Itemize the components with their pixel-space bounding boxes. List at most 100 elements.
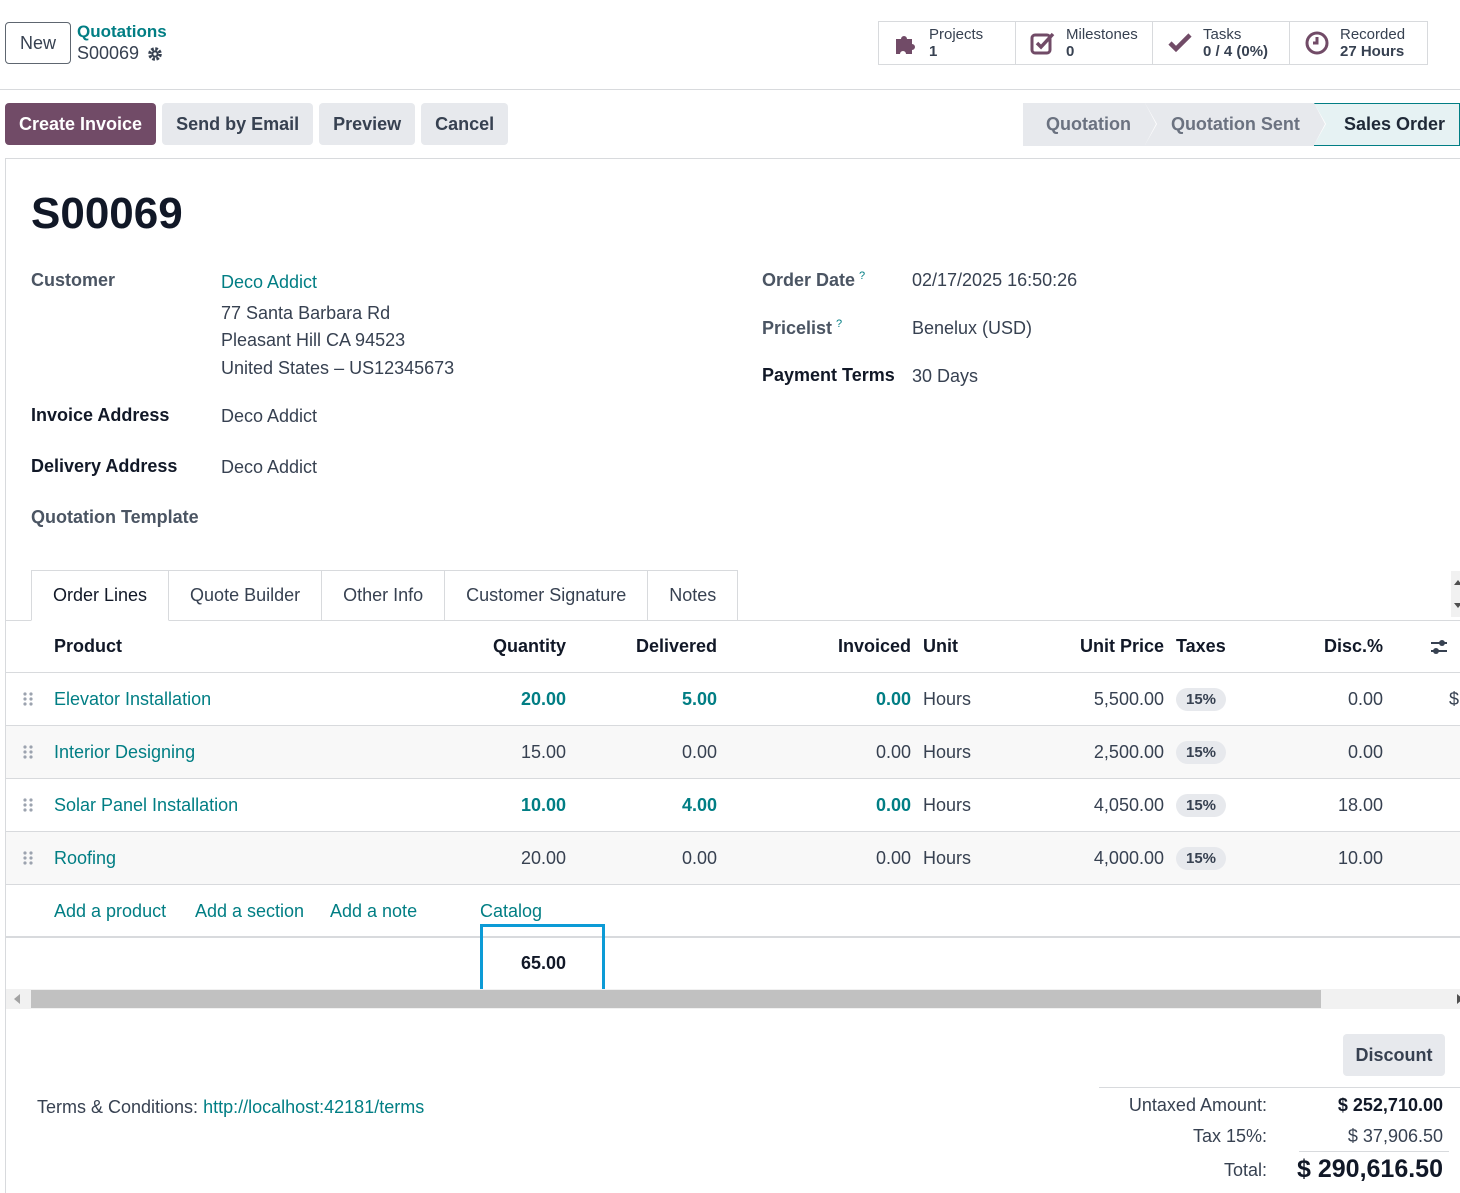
col-delivered[interactable]: Delivered (577, 621, 717, 672)
discount-button[interactable]: Discount (1343, 1034, 1445, 1076)
quotation-template-label: Quotation Template (31, 507, 199, 527)
preview-button[interactable]: Preview (319, 103, 416, 145)
col-unit-price[interactable]: Unit Price (1024, 621, 1164, 672)
tax-cell[interactable]: 15% (1176, 832, 1227, 884)
tax-cell[interactable]: 15% (1176, 673, 1227, 725)
col-unit[interactable]: Unit (923, 621, 958, 672)
discount-value[interactable]: 0.00 (1243, 673, 1383, 725)
add-line-row: Add a product Add a section Add a note C… (6, 885, 1460, 937)
quantity-value[interactable]: 20.00 (426, 673, 566, 725)
tab-quote-builder[interactable]: Quote Builder (169, 570, 323, 621)
discount-value[interactable]: 18.00 (1243, 779, 1383, 831)
delivered-value[interactable]: 5.00 (577, 673, 717, 725)
unit-value[interactable]: Hours (923, 832, 971, 884)
invoice-address-field[interactable]: Deco Addict (221, 406, 317, 427)
discount-value[interactable]: 10.00 (1243, 832, 1383, 884)
add-note-link[interactable]: Add a note (330, 885, 417, 937)
order-lines-table: Product Quantity Delivered Invoiced Unit… (6, 621, 1460, 989)
unit-value[interactable]: Hours (923, 779, 971, 831)
col-disc[interactable]: Disc.% (1243, 621, 1383, 672)
tab-customer-signature[interactable]: Customer Signature (445, 570, 649, 621)
unit-price-value[interactable]: 4,000.00 (1024, 832, 1164, 884)
col-taxes[interactable]: Taxes (1176, 621, 1226, 672)
invoiced-value[interactable]: 0.00 (771, 726, 911, 778)
drag-handle-icon[interactable] (22, 726, 36, 778)
help-tooltip-order-date[interactable]: ? (859, 270, 865, 282)
terms-link[interactable]: http://localhost:42181/terms (203, 1097, 424, 1117)
customer-address-line3: United States – US12345673 (221, 358, 455, 378)
table-row[interactable]: Roofing 20.00 0.00 0.00 Hours 4,000.00 1… (6, 832, 1460, 885)
add-product-link[interactable]: Add a product (54, 885, 166, 937)
breadcrumb-quotations[interactable]: Quotations (77, 22, 167, 42)
invoiced-value[interactable]: 0.00 (771, 673, 911, 725)
control-panel: New Quotations S00069 Projects 1 Mileston… (0, 0, 1460, 90)
invoice-address-label: Invoice Address (31, 405, 170, 425)
quantity-value[interactable]: 15.00 (426, 726, 566, 778)
breadcrumb-current-label: S00069 (77, 43, 140, 63)
col-quantity[interactable]: Quantity (426, 621, 566, 672)
send-by-email-button[interactable]: Send by Email (162, 103, 314, 145)
tab-order-lines[interactable]: Order Lines (31, 570, 170, 621)
order-date-field[interactable]: 02/17/2025 16:50:26 (912, 270, 1077, 291)
tab-notes[interactable]: Notes (648, 570, 739, 621)
unit-price-value[interactable]: 4,050.00 (1024, 779, 1164, 831)
gear-icon[interactable] (147, 46, 163, 62)
product-name[interactable]: Solar Panel Installation (54, 779, 238, 831)
unit-value[interactable]: Hours (923, 673, 971, 725)
tab-other-info[interactable]: Other Info (322, 570, 446, 621)
table-row[interactable]: Elevator Installation 20.00 5.00 0.00 Ho… (6, 673, 1460, 726)
discount-value[interactable]: 0.00 (1243, 726, 1383, 778)
status-stages: Quotation Quotation Sent Sales Order (1022, 103, 1460, 146)
tax-badge: 15% (1176, 846, 1227, 870)
statusbar-actions: Create Invoice Send by Email Preview Can… (5, 103, 509, 145)
invoiced-value[interactable]: 0.00 (771, 779, 911, 831)
product-name[interactable]: Elevator Installation (54, 673, 211, 725)
tax-cell[interactable]: 15% (1176, 726, 1227, 778)
product-name[interactable]: Interior Designing (54, 726, 195, 778)
drag-handle-icon[interactable] (22, 673, 36, 725)
stage-sales-order[interactable]: Sales Order (1313, 103, 1460, 146)
smart-button-projects[interactable]: Projects 1 (879, 22, 1016, 64)
unit-price-value[interactable]: 2,500.00 (1024, 726, 1164, 778)
recorded-hours: 27 Hours (1340, 43, 1405, 60)
col-product[interactable]: Product (54, 621, 122, 672)
optional-columns-icon[interactable] (1426, 621, 1452, 672)
add-section-link[interactable]: Add a section (195, 885, 304, 937)
tasks-label: Tasks (1203, 26, 1242, 43)
smart-button-milestones[interactable]: Milestones 0 (1016, 22, 1153, 64)
quantity-value[interactable]: 10.00 (426, 779, 566, 831)
scroll-left-arrow-icon[interactable] (14, 994, 20, 1004)
payment-terms-field[interactable]: 30 Days (912, 366, 978, 387)
tab-scroll-arrows-icon[interactable] (1451, 571, 1460, 617)
total-value: $ 290,616.50 (1297, 1155, 1443, 1183)
quantity-value[interactable]: 20.00 (426, 832, 566, 884)
smart-button-tasks[interactable]: Tasks 0 / 4 (0%) (1153, 22, 1290, 64)
drag-handle-icon[interactable] (22, 779, 36, 831)
unit-value[interactable]: Hours (923, 726, 971, 778)
pricelist-field[interactable]: Benelux (USD) (912, 318, 1032, 339)
delivery-address-field[interactable]: Deco Addict (221, 457, 317, 478)
tax-badge: 15% (1176, 793, 1227, 817)
tax-cell[interactable]: 15% (1176, 779, 1227, 831)
new-button[interactable]: New (5, 22, 71, 64)
stage-quotation-sent[interactable]: Quotation Sent (1144, 103, 1326, 146)
scrollbar-thumb[interactable] (31, 990, 1321, 1008)
table-row[interactable]: Solar Panel Installation 10.00 4.00 0.00… (6, 779, 1460, 832)
drag-handle-icon[interactable] (22, 832, 36, 884)
create-invoice-button[interactable]: Create Invoice (5, 103, 157, 145)
table-horizontal-scrollbar[interactable] (6, 989, 1460, 1009)
unit-price-value[interactable]: 5,500.00 (1024, 673, 1164, 725)
stage-quotation[interactable]: Quotation (1022, 103, 1157, 146)
help-tooltip-pricelist[interactable]: ? (836, 318, 842, 330)
breadcrumb-current: S00069 (77, 43, 163, 64)
delivered-value[interactable]: 0.00 (577, 832, 717, 884)
customer-link[interactable]: Deco Addict (221, 272, 317, 293)
table-row[interactable]: Interior Designing 15.00 0.00 0.00 Hours… (6, 726, 1460, 779)
delivered-value[interactable]: 0.00 (577, 726, 717, 778)
delivered-value[interactable]: 4.00 (577, 779, 717, 831)
cancel-button[interactable]: Cancel (421, 103, 509, 145)
product-name[interactable]: Roofing (54, 832, 116, 884)
invoiced-value[interactable]: 0.00 (771, 832, 911, 884)
smart-button-recorded[interactable]: Recorded 27 Hours (1290, 22, 1427, 64)
col-invoiced[interactable]: Invoiced (771, 621, 911, 672)
